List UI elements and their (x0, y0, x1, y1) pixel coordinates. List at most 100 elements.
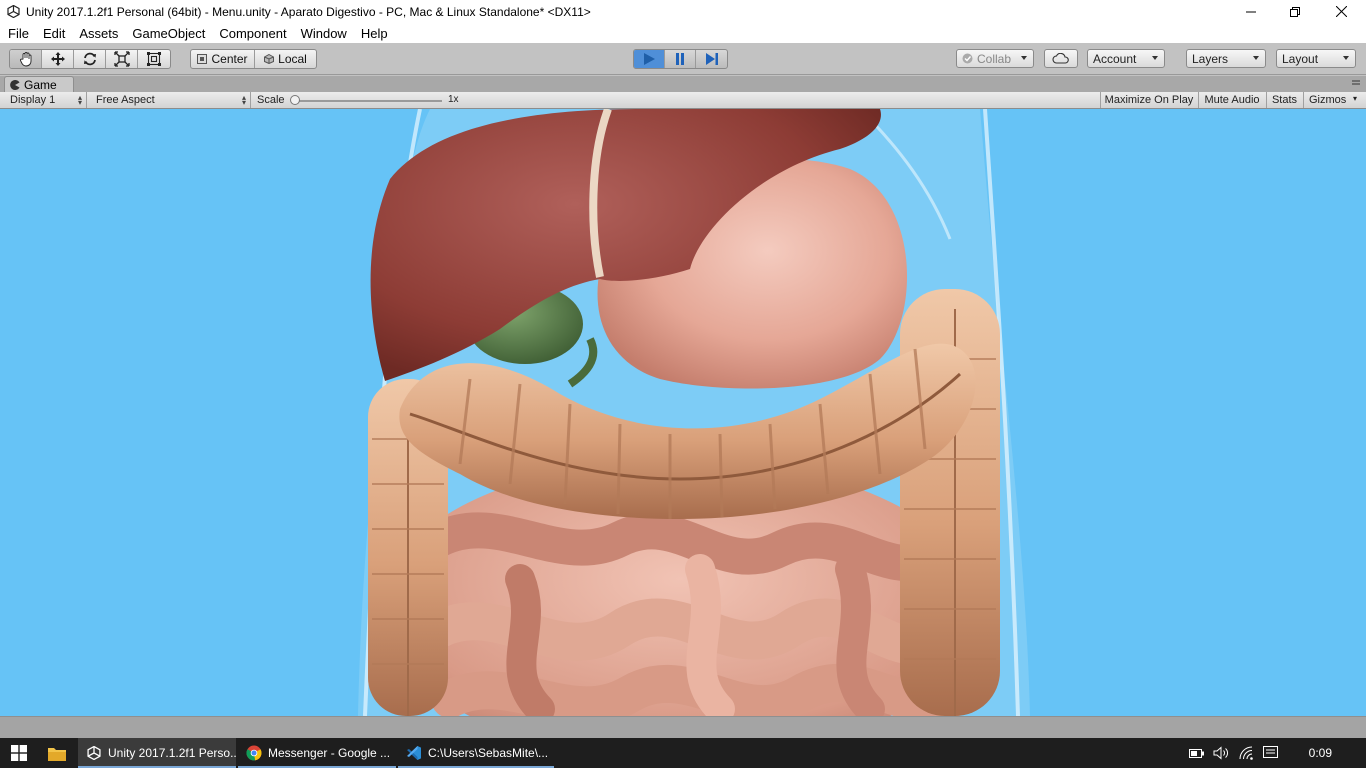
maximize-on-play-toggle[interactable]: Maximize On Play (1100, 92, 1197, 108)
display-label: Display 1 (10, 94, 56, 106)
taskbar-item-chrome[interactable]: Messenger - Google ... (238, 738, 396, 768)
tab-game[interactable]: Game (4, 76, 74, 92)
file-explorer-button[interactable] (38, 738, 76, 768)
menu-edit[interactable]: Edit (36, 26, 72, 41)
step-button[interactable] (696, 50, 727, 68)
status-bar (0, 716, 1366, 738)
rotate-tool-button[interactable] (74, 50, 106, 68)
rect-tool-icon (147, 52, 161, 66)
play-icon (644, 53, 655, 65)
center-pivot-icon (197, 54, 208, 64)
check-icon (962, 53, 973, 64)
taskbar-item-vscode[interactable]: C:\Users\SebasMite\... (398, 738, 554, 768)
wifi-icon[interactable] (1238, 745, 1254, 761)
close-icon (1335, 6, 1347, 17)
taskbar-clock[interactable]: 0:09 (1309, 738, 1332, 768)
scale-label: Scale (257, 94, 285, 106)
space-local-button[interactable]: Local (255, 50, 316, 68)
aspect-label: Free Aspect (96, 94, 155, 106)
scale-slider-thumb[interactable] (290, 95, 300, 105)
hand-tool-button[interactable] (10, 50, 42, 68)
local-space-icon (264, 54, 275, 64)
layers-dropdown[interactable]: Layers (1186, 49, 1266, 68)
hand-tool-icon (19, 52, 31, 67)
close-button[interactable] (1318, 0, 1364, 23)
tab-menu-icon[interactable] (1352, 79, 1360, 87)
restore-icon (1290, 6, 1300, 17)
pause-icon (676, 53, 684, 65)
windows-logo-icon (11, 745, 27, 761)
chevron-down-icon (1253, 56, 1259, 60)
minimize-icon (1246, 11, 1256, 12)
digestive-system-render (358, 109, 1030, 716)
chevron-updown-icon: ▴ ▾ (77, 93, 82, 107)
chrome-icon (246, 745, 262, 761)
stats-toggle[interactable]: Stats (1266, 92, 1302, 108)
chevron-updown-icon: ▴ ▾ (241, 93, 246, 107)
scale-value: 1x (448, 94, 459, 105)
taskbar-item-unity[interactable]: Unity 2017.1.2f1 Perso... (78, 738, 236, 768)
vscode-icon (406, 745, 422, 761)
pivot-center-button[interactable]: Center (191, 50, 255, 68)
menu-assets[interactable]: Assets (72, 26, 125, 41)
layout-dropdown[interactable]: Layout (1276, 49, 1356, 68)
cloud-icon (1052, 53, 1069, 64)
gizmos-label: Gizmos (1309, 94, 1347, 106)
mute-audio-toggle[interactable]: Mute Audio (1198, 92, 1265, 108)
rotate-tool-icon (83, 52, 96, 66)
menu-component[interactable]: Component (212, 26, 293, 41)
menu-help[interactable]: Help (354, 26, 395, 41)
aspect-dropdown[interactable]: Free Aspect ▴ ▾ (91, 92, 251, 108)
game-viewport[interactable] (0, 109, 1366, 716)
title-bar: Unity 2017.1.2f1 Personal (64bit) - Menu… (0, 0, 1366, 23)
pacman-icon (10, 79, 20, 90)
move-tool-icon (50, 52, 65, 66)
pivot-center-label: Center (211, 52, 248, 66)
tab-game-label: Game (24, 77, 57, 92)
collab-label: Collab (977, 51, 1012, 66)
cloud-button[interactable] (1044, 49, 1078, 68)
chevron-down-icon (1343, 56, 1349, 60)
action-center-icon[interactable] (1262, 745, 1278, 761)
mute-audio-label: Mute Audio (1204, 94, 1260, 106)
account-dropdown[interactable]: Account (1087, 49, 1165, 68)
menu-file[interactable]: File (1, 26, 36, 41)
pause-button[interactable] (665, 50, 696, 68)
windows-taskbar: Unity 2017.1.2f1 Perso... Messenger - Go… (0, 738, 1366, 768)
volume-icon[interactable] (1213, 745, 1229, 761)
play-button[interactable] (634, 50, 665, 68)
unity-logo-icon (6, 5, 20, 19)
transform-tools (9, 49, 171, 69)
taskbar-item-label: Unity 2017.1.2f1 Perso... (108, 746, 236, 760)
restore-button[interactable] (1272, 0, 1318, 23)
folder-icon (48, 747, 66, 761)
layers-label: Layers (1192, 51, 1229, 66)
taskbar-item-label: C:\Users\SebasMite\... (428, 746, 549, 760)
collab-dropdown[interactable]: Collab (956, 49, 1034, 68)
battery-plug-icon[interactable] (1189, 745, 1205, 761)
unity-icon (86, 745, 102, 761)
move-tool-button[interactable] (42, 50, 74, 68)
game-tab-strip: Game (0, 76, 1366, 92)
maximize-on-play-label: Maximize On Play (1104, 94, 1194, 106)
gizmos-dropdown[interactable]: Gizmos ▾ (1303, 92, 1359, 108)
rect-tool-button[interactable] (138, 50, 170, 68)
menu-gameobject[interactable]: GameObject (125, 26, 212, 41)
window-title: Unity 2017.1.2f1 Personal (64bit) - Menu… (26, 4, 591, 19)
menu-window[interactable]: Window (294, 26, 354, 41)
chevron-down-icon (1021, 56, 1027, 60)
chevron-down-icon: ▾ (1352, 94, 1357, 103)
account-label: Account (1093, 51, 1137, 66)
start-button[interactable] (0, 738, 38, 768)
pivot-toggles: Center Local (190, 49, 317, 69)
taskbar-item-label: Messenger - Google ... (268, 746, 391, 760)
step-icon (705, 53, 718, 65)
game-view-toolbar: Display 1 ▴ ▾ Free Aspect ▴ ▾ Scale 1x Max… (0, 92, 1366, 109)
scale-tool-button[interactable] (106, 50, 138, 68)
minimize-button[interactable] (1228, 0, 1274, 23)
scale-slider-track[interactable] (296, 100, 442, 102)
layout-label: Layout (1282, 51, 1319, 66)
display-dropdown[interactable]: Display 1 ▴ ▾ (5, 92, 87, 108)
space-local-label: Local (278, 52, 307, 66)
scale-tool-icon (113, 51, 130, 67)
